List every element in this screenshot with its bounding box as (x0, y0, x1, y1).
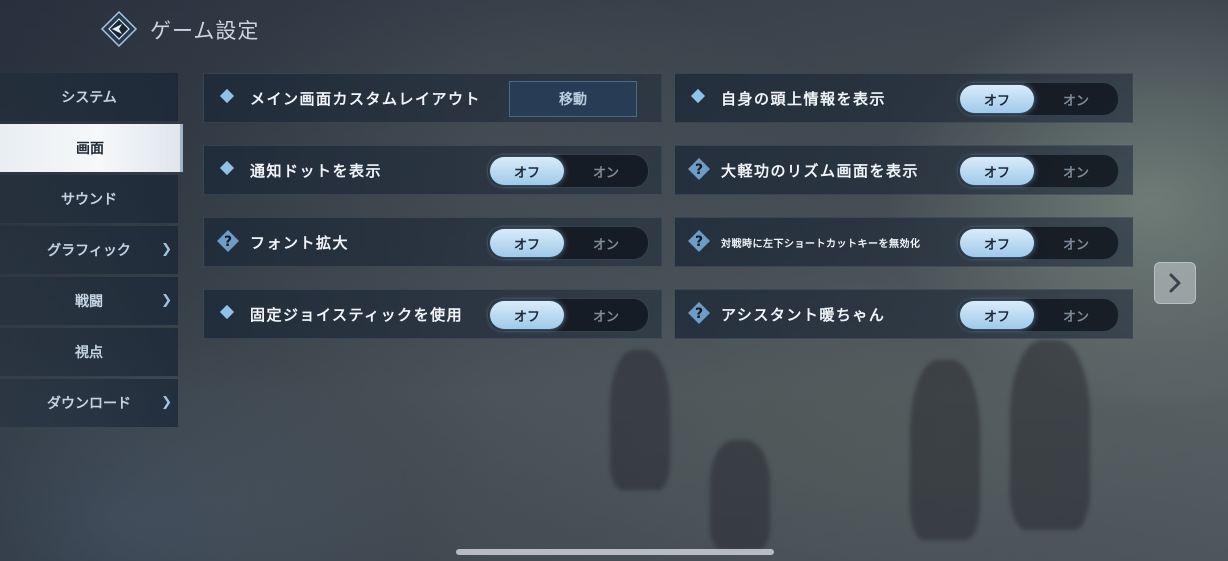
diamond-bullet-icon (219, 304, 235, 320)
sidebar-item-label: サウンド (61, 192, 117, 208)
chevron-right-icon: ❯ (161, 395, 172, 410)
sidebar-item-display[interactable]: 画面 (0, 124, 183, 172)
header: ゲーム設定 (0, 0, 400, 60)
sidebar-item-label: ダウンロード (47, 396, 131, 412)
svg-text:?: ? (695, 306, 703, 322)
chevron-right-icon: ❯ (161, 293, 172, 308)
background-figure (1010, 340, 1090, 530)
sidebar-item-label: 戦闘 (75, 294, 103, 310)
svg-text:?: ? (224, 234, 232, 250)
setting-label: 固定ジョイスティックを使用 (250, 306, 464, 324)
toggle-off-option[interactable]: オフ (960, 301, 1034, 329)
toggle-on-option[interactable]: オン (566, 229, 646, 257)
setting-label: 通知ドットを表示 (250, 162, 383, 180)
move-layout-button[interactable]: 移動 (509, 81, 637, 117)
toggle-on-option[interactable]: オン (566, 301, 646, 329)
setting-row-rhythm-screen: ? 大軽功のリズム画面を表示 オフ オン (674, 145, 1133, 195)
help-diamond-icon[interactable]: ? (216, 229, 240, 253)
sidebar-item-sound[interactable]: サウンド (0, 175, 178, 223)
diamond-bullet-icon (690, 88, 706, 104)
sidebar-item-download[interactable]: ダウンロード ❯ (0, 379, 178, 427)
chevron-right-icon: ❯ (161, 242, 172, 257)
help-diamond-icon[interactable]: ? (687, 301, 711, 325)
toggle-on-option[interactable]: オン (1036, 301, 1116, 329)
notification-dot-toggle[interactable]: オフ オン (487, 154, 649, 188)
help-diamond-icon[interactable]: ? (687, 157, 711, 181)
setting-row-font-enlarge: ? フォント拡大 オフ オン (203, 217, 662, 267)
page-title: ゲーム設定 (150, 19, 260, 43)
setting-row-main-layout: メイン画面カスタムレイアウト 移動 (203, 73, 662, 123)
sidebar-item-combat[interactable]: 戦闘 ❯ (0, 277, 178, 325)
chevron-right-icon (1169, 273, 1181, 293)
disable-shortcut-toggle[interactable]: オフ オン (957, 226, 1119, 260)
toggle-off-option[interactable]: オフ (490, 301, 564, 329)
setting-row-notification-dot: 通知ドットを表示 オフ オン (203, 145, 662, 195)
diamond-bullet-icon (219, 88, 235, 104)
sidebar-item-label: 視点 (75, 345, 103, 361)
background-figure (610, 350, 670, 490)
settings-sidebar: システム 画面 サウンド グラフィック ❯ 戦闘 ❯ 視点 ダウンロード ❯ (0, 73, 183, 430)
background-figure (710, 440, 770, 550)
fixed-joystick-toggle[interactable]: オフ オン (487, 298, 649, 332)
sidebar-item-label: システム (61, 90, 117, 106)
next-page-button[interactable] (1154, 262, 1196, 304)
setting-label: メイン画面カスタムレイアウト (250, 90, 482, 108)
setting-row-fixed-joystick: 固定ジョイスティックを使用 オフ オン (203, 289, 662, 339)
home-indicator[interactable] (456, 549, 774, 555)
setting-label: フォント拡大 (250, 234, 350, 252)
sidebar-item-system[interactable]: システム (0, 73, 178, 121)
toggle-off-option[interactable]: オフ (960, 85, 1034, 113)
font-enlarge-toggle[interactable]: オフ オン (487, 226, 649, 260)
sidebar-item-graphics[interactable]: グラフィック ❯ (0, 226, 178, 274)
sidebar-item-label: グラフィック (47, 243, 131, 259)
sidebar-item-label: 画面 (76, 141, 104, 157)
svg-text:?: ? (695, 234, 703, 250)
setting-label: 自身の頭上情報を表示 (721, 90, 887, 108)
toggle-on-option[interactable]: オン (1036, 157, 1116, 185)
help-diamond-icon[interactable]: ? (687, 229, 711, 253)
toggle-off-option[interactable]: オフ (490, 229, 564, 257)
setting-label: 大軽功のリズム画面を表示 (721, 162, 920, 180)
toggle-on-option[interactable]: オン (1036, 85, 1116, 113)
overhead-info-toggle[interactable]: オフ オン (957, 82, 1119, 116)
toggle-off-option[interactable]: オフ (960, 229, 1034, 257)
setting-label: 対戦時に左下ショートカットキーを無効化 (721, 239, 921, 250)
toggle-on-option[interactable]: オン (566, 157, 646, 185)
assistant-toggle[interactable]: オフ オン (957, 298, 1119, 332)
background-figure (910, 360, 980, 540)
rhythm-screen-toggle[interactable]: オフ オン (957, 154, 1119, 188)
sidebar-item-camera[interactable]: 視点 (0, 328, 178, 376)
setting-row-assistant: ? アシスタント暖ちゃん オフ オン (674, 289, 1133, 339)
diamond-emblem-icon (100, 10, 138, 48)
toggle-off-option[interactable]: オフ (490, 157, 564, 185)
setting-label: アシスタント暖ちゃん (721, 306, 886, 324)
toggle-on-option[interactable]: オン (1036, 229, 1116, 257)
setting-row-disable-shortcut: ? 対戦時に左下ショートカットキーを無効化 オフ オン (674, 217, 1133, 267)
toggle-off-option[interactable]: オフ (960, 157, 1034, 185)
diamond-bullet-icon (219, 160, 235, 176)
svg-text:?: ? (695, 162, 703, 178)
setting-row-overhead-info: 自身の頭上情報を表示 オフ オン (674, 73, 1133, 123)
